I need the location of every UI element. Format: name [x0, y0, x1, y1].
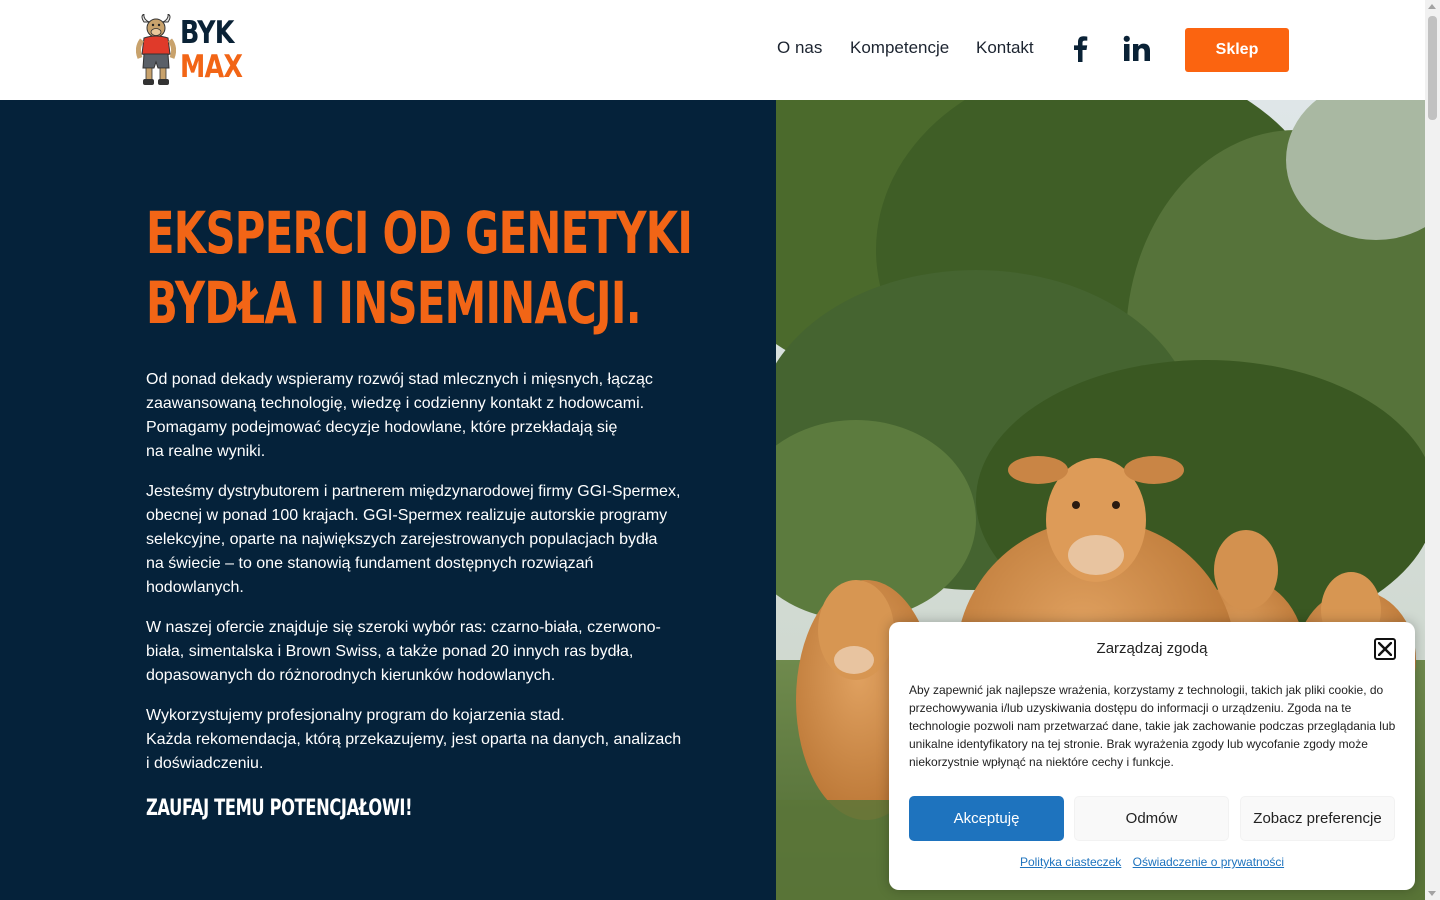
scroll-up-arrow-icon[interactable]: [1428, 4, 1436, 9]
text-line: zaawansowaną technologię, wiedzę i codzi…: [146, 395, 645, 412]
text-line: Każda rekomendacja, którą przekazujemy, …: [146, 731, 682, 748]
logo-line1: BYK: [180, 15, 234, 51]
text-line: hodowlanych.: [146, 579, 244, 596]
text-line: Jesteśmy dystrybutorem i partnerem międz…: [146, 483, 681, 500]
preferences-button[interactable]: Zobacz preferencje: [1240, 796, 1395, 841]
nav-o-nas[interactable]: O nas: [777, 38, 822, 58]
scrollbar-thumb[interactable]: [1428, 16, 1437, 120]
shop-button[interactable]: Sklep: [1185, 28, 1289, 72]
logo-line2: MAX: [180, 49, 243, 85]
scroll-down-arrow-icon[interactable]: [1428, 891, 1436, 896]
nav-kompetencje[interactable]: Kompetencje: [850, 38, 949, 58]
facebook-icon[interactable]: [1066, 34, 1096, 64]
close-icon: [1378, 642, 1392, 656]
scrollbar[interactable]: [1425, 0, 1440, 900]
text-line: obecnej w ponad 100 krajach. GGI-Spermex…: [146, 507, 668, 524]
cookie-policy-link[interactable]: Polityka ciasteczek: [1020, 855, 1121, 869]
text-line: na świecie – to one stanowią fundament d…: [146, 555, 594, 572]
site-header: BYK MAX O nas Kompetencje Kontakt Sklep: [0, 0, 1425, 100]
hero-paragraph-1: Od ponad dekady wspieramy rozwój stad ml…: [146, 368, 691, 464]
accept-button[interactable]: Akceptuję: [909, 796, 1064, 841]
text-line: na realne wyniki.: [146, 443, 266, 460]
modal-title: Zarządzaj zgodą: [1096, 640, 1208, 657]
text-line: biała, simentalska i Brown Swiss, a takż…: [146, 643, 634, 660]
text-line: dopasowanych do różnorodnych kierunków h…: [146, 667, 556, 684]
hero-title-line2: BYDŁA I INSEMINACJI.: [146, 269, 642, 337]
hero-title: EKSPERCI OD GENETYKI BYDŁA I INSEMINACJI…: [146, 198, 693, 338]
text-line: Pomagamy podejmować decyzje hodowlane, k…: [146, 419, 618, 436]
nav-kontakt[interactable]: Kontakt: [976, 38, 1034, 58]
logo[interactable]: BYK MAX: [136, 14, 243, 86]
hero-title-line1: EKSPERCI OD GENETYKI: [146, 199, 693, 267]
text-line: Od ponad dekady wspieramy rozwój stad ml…: [146, 371, 653, 388]
bull-mascot-icon: [136, 14, 176, 85]
hero-tagline: ZAUFAJ TEMU POTENCJAŁOWI!: [146, 796, 413, 821]
hero-section: EKSPERCI OD GENETYKI BYDŁA I INSEMINACJI…: [0, 100, 776, 900]
close-button[interactable]: [1374, 638, 1396, 660]
text-line: W naszej ofercie znajduje się szeroki wy…: [146, 619, 661, 636]
text-line: i doświadczeniu.: [146, 755, 264, 772]
hero-paragraph-2: Jesteśmy dystrybutorem i partnerem międz…: [146, 480, 691, 600]
logo-wordmark: BYK MAX: [180, 15, 243, 85]
hero-paragraph-4: Wykorzystujemy profesjonalny program do …: [146, 704, 691, 776]
deny-button[interactable]: Odmów: [1074, 796, 1229, 841]
text-line: selekcyjne, oparte na największych zarej…: [146, 531, 658, 548]
text-line: Wykorzystujemy profesjonalny program do …: [146, 707, 565, 724]
modal-links: Polityka ciasteczek Oświadczenie o prywa…: [889, 855, 1415, 869]
modal-body-text: Aby zapewnić jak najlepsze wrażenia, kor…: [909, 683, 1396, 769]
linkedin-icon[interactable]: [1122, 34, 1152, 64]
cookie-consent-modal: Zarządzaj zgodą Aby zapewnić jak najleps…: [889, 622, 1415, 890]
privacy-statement-link[interactable]: Oświadczenie o prywatności: [1133, 855, 1284, 869]
hero-paragraph-3: W naszej ofercie znajduje się szeroki wy…: [146, 616, 691, 688]
